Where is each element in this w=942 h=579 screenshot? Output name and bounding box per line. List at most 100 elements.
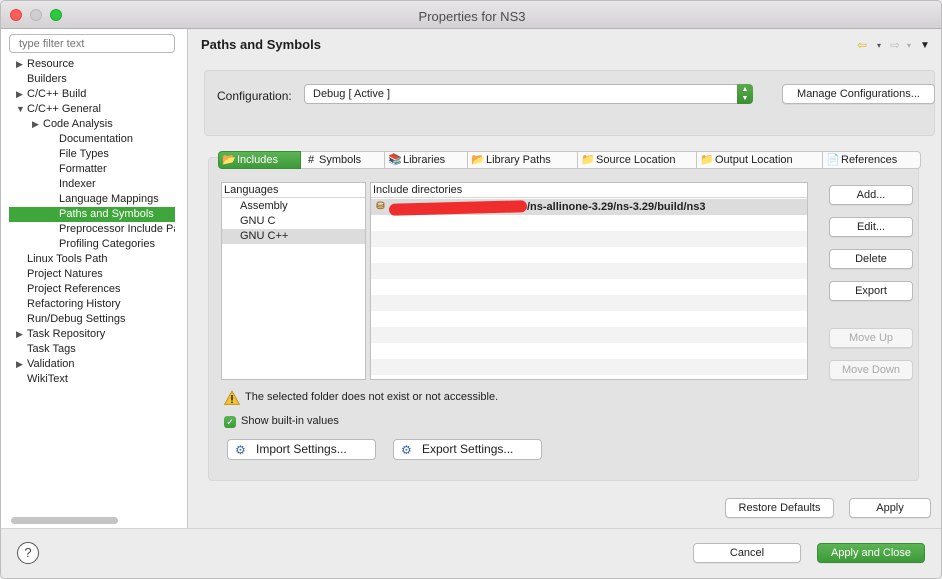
export-button[interactable]: Export [829, 281, 913, 301]
configuration-select[interactable]: Debug [ Active ] ▲ ▼ [304, 84, 753, 104]
tree-item-label: Project Natures [27, 268, 103, 280]
horizontal-scrollbar[interactable] [11, 517, 118, 524]
forward-dropdown-icon[interactable]: ▾ [907, 41, 911, 50]
tree-item[interactable]: ▶ C/C++ Build [9, 87, 175, 102]
export-settings-icon: ⚙ [401, 443, 412, 457]
export-settings-button[interactable]: ⚙ Export Settings... [393, 439, 542, 460]
tree-item-label: Code Analysis [43, 118, 113, 130]
add-button[interactable]: Add... [829, 185, 913, 205]
collapsed-arrow-icon[interactable]: ▶ [16, 357, 26, 372]
tree-item-label: File Types [59, 148, 109, 160]
tree-item-label: C/C++ General [27, 103, 101, 115]
tree-item[interactable]: Builders [9, 72, 175, 87]
forward-arrow-icon[interactable]: ⇨ [890, 38, 900, 52]
tree-item[interactable]: Linux Tools Path [9, 252, 175, 267]
tree-item[interactable]: File Types [9, 147, 175, 162]
tree-item[interactable]: Documentation [9, 132, 175, 147]
show-builtin-checkbox[interactable]: ✓ [224, 416, 236, 428]
delete-button[interactable]: Delete [829, 249, 913, 269]
collapsed-arrow-icon[interactable]: ▶ [16, 57, 26, 72]
language-item[interactable]: GNU C [222, 214, 365, 229]
export-settings-label: Export Settings... [422, 442, 514, 456]
tree-item[interactable]: ▼ C/C++ General [9, 102, 175, 117]
tree-item[interactable]: Project Natures [9, 267, 175, 282]
expanded-arrow-icon[interactable]: ▼ [16, 102, 26, 117]
tree-item-label: Documentation [59, 133, 133, 145]
collapsed-arrow-icon[interactable]: ▶ [16, 327, 26, 342]
manage-configurations-button[interactable]: Manage Configurations... [782, 84, 935, 104]
tree-item-label: Linux Tools Path [27, 253, 108, 265]
tab-label: Includes [237, 154, 278, 166]
view-menu-icon[interactable]: ▼ [920, 40, 930, 51]
tree-item[interactable]: ▶ Task Repository [9, 327, 175, 342]
language-item[interactable]: Assembly [222, 199, 365, 214]
show-builtin-label[interactable]: Show built-in values [241, 415, 339, 427]
apply-button[interactable]: Apply [849, 498, 931, 518]
language-item[interactable]: GNU C++ [222, 229, 365, 244]
import-settings-icon: ⚙ [235, 443, 246, 457]
move-down-button[interactable]: Move Down [829, 360, 913, 380]
tree-item-label: Task Repository [27, 328, 106, 340]
tab-label: Libraries [403, 154, 446, 166]
tab-icon: 📁 [700, 154, 714, 166]
tree-item-label: Builders [27, 73, 67, 85]
title-bar: Properties for NS3 [1, 1, 941, 29]
tree-item-label: C/C++ Build [27, 88, 87, 100]
edit-button[interactable]: Edit... [829, 217, 913, 237]
collapsed-arrow-icon[interactable]: ▶ [32, 117, 42, 132]
tab-references[interactable]: 📄References [823, 151, 921, 169]
tree-item[interactable]: Preprocessor Include Pat [9, 222, 175, 237]
tree-item[interactable]: Task Tags [9, 342, 175, 357]
tree-item[interactable]: Indexer [9, 177, 175, 192]
tree-item[interactable]: Profiling Categories [9, 237, 175, 252]
empty-table-row [371, 231, 807, 247]
tab-icon: # [307, 154, 315, 166]
move-up-button[interactable]: Move Up [829, 328, 913, 348]
empty-table-row [371, 215, 807, 231]
tree-item-label: Refactoring History [27, 298, 121, 310]
tab-symbols[interactable]: # Symbols [301, 151, 385, 169]
tree-item[interactable]: ▶ Code Analysis [9, 117, 175, 132]
tab-icon: 📚 [388, 154, 402, 166]
cancel-button[interactable]: Cancel [693, 543, 801, 563]
tree-item[interactable]: ▶ Validation [9, 357, 175, 372]
tree-item[interactable]: Formatter [9, 162, 175, 177]
import-settings-label: Import Settings... [256, 442, 347, 456]
tree-item[interactable]: ▶ Resource [9, 57, 175, 72]
tree-item-label: Formatter [59, 163, 107, 175]
empty-table-row [371, 279, 807, 295]
tab-label: Library Paths [486, 154, 551, 166]
tree-item-label: Profiling Categories [59, 238, 155, 250]
filter-input[interactable] [9, 34, 175, 53]
tree-item[interactable]: WikiText [9, 372, 175, 387]
tree-item[interactable]: Language Mappings [9, 192, 175, 207]
tree-item[interactable]: Run/Debug Settings [9, 312, 175, 327]
tree-item-label: Resource [27, 58, 75, 70]
tab-output-location[interactable]: 📁Output Location [697, 151, 823, 169]
tree-item[interactable]: Refactoring History [9, 297, 175, 312]
tree-item-label: Paths and Symbols [59, 208, 154, 220]
help-icon[interactable]: ? [17, 542, 39, 564]
tree-item-label: Project References [27, 283, 121, 295]
import-settings-button[interactable]: ⚙ Import Settings... [227, 439, 376, 460]
restore-defaults-button[interactable]: Restore Defaults [725, 498, 834, 518]
tab-library-paths[interactable]: 📂Library Paths [468, 151, 578, 169]
empty-table-row [371, 375, 807, 379]
tab-libraries[interactable]: 📚Libraries [385, 151, 468, 169]
tab-label: Symbols [319, 154, 362, 166]
tab-includes[interactable]: 📂Includes [218, 151, 301, 169]
tree-item[interactable]: Paths and Symbols [9, 207, 175, 222]
tree-item[interactable]: Project References [9, 282, 175, 297]
stepper-down-icon: ▼ [741, 95, 749, 102]
sidebar: ▶ResourceBuilders▶C/C++ Build▼C/C++ Gene… [1, 29, 188, 529]
back-arrow-icon[interactable]: ⇦ [857, 38, 867, 52]
back-dropdown-icon[interactable]: ▾ [877, 41, 881, 50]
tab-source-location[interactable]: 📁Source Location [578, 151, 697, 169]
include-row[interactable]: ⛁ /ns-allinone-3.29/ns-3.29/build/ns3 [371, 199, 807, 216]
empty-table-row [371, 327, 807, 343]
collapsed-arrow-icon[interactable]: ▶ [16, 87, 26, 102]
apply-and-close-button[interactable]: Apply and Close [817, 543, 925, 563]
tree-item-label: Language Mappings [59, 193, 159, 205]
languages-list: Languages Assembly GNU C GNU C++ [221, 182, 366, 380]
select-stepper-icon: ▲ ▼ [737, 84, 753, 104]
